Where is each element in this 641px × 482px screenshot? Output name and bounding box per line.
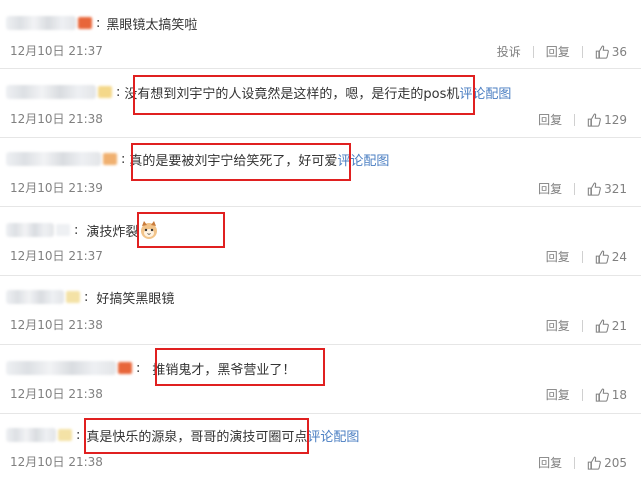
like-button[interactable]: 205 <box>587 456 627 470</box>
comment-actions: 回复 129 <box>538 111 627 128</box>
like-button[interactable]: 36 <box>595 45 627 59</box>
blurred-username[interactable] <box>6 428 56 442</box>
comment-actions: 回复 321 <box>538 180 627 197</box>
comment-actions: 回复 18 <box>546 386 627 403</box>
thumbs-up-icon <box>595 45 609 59</box>
comment-time: 12月10日 21:37 <box>10 44 103 58</box>
blurred-username[interactable] <box>6 223 54 237</box>
reply-button[interactable]: 回复 <box>538 111 562 128</box>
like-button[interactable]: 24 <box>595 250 627 264</box>
blurred-username[interactable] <box>6 16 76 30</box>
like-count: 321 <box>604 181 627 196</box>
comment-text: 黑眼镜太搞笑啦 <box>106 17 198 33</box>
blurred-username[interactable] <box>6 290 64 304</box>
comment-actions: 回复 21 <box>546 317 627 334</box>
like-count: 18 <box>611 387 627 402</box>
reply-button[interactable]: 回复 <box>546 43 570 60</box>
reply-button[interactable]: 回复 <box>546 386 570 403</box>
highlight-box <box>155 348 325 386</box>
like-button[interactable]: 321 <box>587 182 627 196</box>
comment-text: 演技炸裂 <box>86 224 139 240</box>
reply-button[interactable]: 回复 <box>546 248 570 265</box>
blurred-username[interactable] <box>6 361 116 375</box>
comment-time: 12月10日 21:37 <box>10 249 103 263</box>
like-button[interactable]: 129 <box>587 113 627 127</box>
reply-button[interactable]: 回复 <box>546 317 570 334</box>
thumbs-up-icon <box>595 250 609 264</box>
comment-item: : 没有想到刘宇宁的人设竟然是这样的，嗯，是行走的pos机 评论配图 12月10… <box>0 69 641 137</box>
thumbs-up-icon <box>595 388 609 402</box>
report-button[interactable]: 投诉 <box>497 43 521 60</box>
comment-header: : 黑眼镜太搞笑啦 <box>6 12 197 34</box>
thumbs-up-icon <box>595 319 609 333</box>
like-count: 24 <box>611 249 627 264</box>
like-count: 129 <box>604 112 627 127</box>
highlight-box <box>133 75 475 115</box>
highlight-box <box>137 212 225 248</box>
comment-item: : 好搞笑黑眼镜 12月10日 21:38 回复 21 <box>0 276 641 344</box>
reply-button[interactable]: 回复 <box>538 454 562 471</box>
comment-time: 12月10日 21:38 <box>10 112 103 126</box>
user-badge-icon <box>58 429 72 441</box>
comment-actions: 回复 205 <box>538 454 627 471</box>
comment-item: : 真是快乐的源泉，哥哥的演技可圈可点 评论配图 12月10日 21:38 回复… <box>0 414 641 482</box>
comment-header: : 好搞笑黑眼镜 <box>6 286 174 308</box>
blurred-username[interactable] <box>6 152 101 166</box>
comment-time: 12月10日 21:38 <box>10 455 103 469</box>
user-badge-icon <box>103 153 117 165</box>
like-button[interactable]: 21 <box>595 319 627 333</box>
comment-time: 12月10日 21:38 <box>10 318 103 332</box>
comment-text: 好搞笑黑眼镜 <box>96 291 175 307</box>
user-badge-icon <box>56 224 70 236</box>
user-badge-icon <box>78 17 92 29</box>
thumbs-up-icon <box>587 113 601 127</box>
like-count: 36 <box>611 44 627 59</box>
thumbs-up-icon <box>587 456 601 470</box>
like-count: 205 <box>604 455 627 470</box>
comment-time: 12月10日 21:38 <box>10 387 103 401</box>
thumbs-up-icon <box>587 182 601 196</box>
comment-item: : 推销鬼才，黑爷营业了！ 12月10日 21:38 回复 18 <box>0 345 641 413</box>
reply-button[interactable]: 回复 <box>538 180 562 197</box>
comment-item: : 真的是要被刘宇宁给笑死了，好可爱 评论配图 12月10日 21:39 回复 … <box>0 138 641 206</box>
user-badge-icon <box>118 362 132 374</box>
comment-image-link[interactable]: 评论配图 <box>307 426 359 445</box>
comment-actions: 投诉 回复 36 <box>497 43 627 60</box>
comment-time: 12月10日 21:39 <box>10 181 103 195</box>
blurred-username[interactable] <box>6 85 96 99</box>
user-badge-icon <box>66 291 80 303</box>
comment-actions: 回复 24 <box>546 248 627 265</box>
comment-item: : 演技炸裂 12月10日 21:37 回复 24 <box>0 207 641 275</box>
user-badge-icon <box>98 86 112 98</box>
highlight-box <box>131 143 351 181</box>
like-count: 21 <box>611 318 627 333</box>
comment-item: : 黑眼镜太搞笑啦 12月10日 21:37 投诉 回复 36 <box>0 0 641 68</box>
like-button[interactable]: 18 <box>595 388 627 402</box>
highlight-box <box>84 418 309 454</box>
